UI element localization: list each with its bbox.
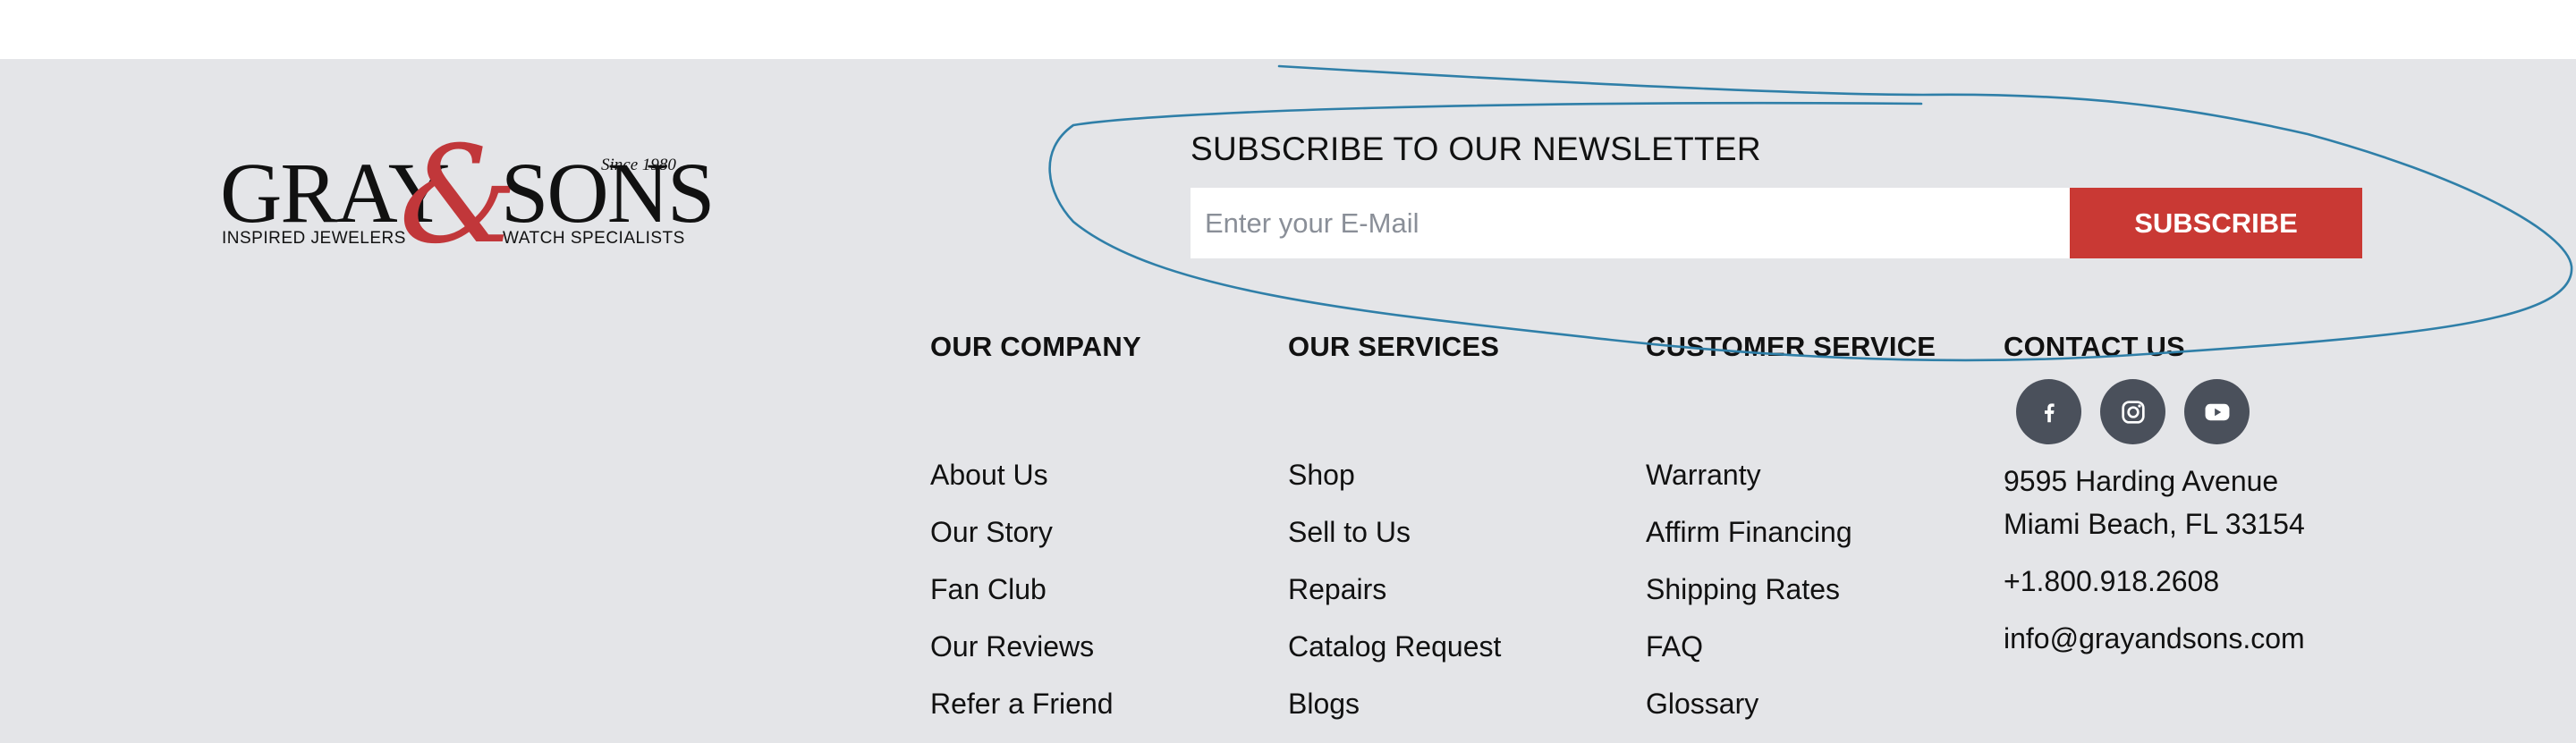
column-heading: CONTACT US: [2004, 331, 2185, 362]
instagram-icon[interactable]: [2100, 379, 2165, 444]
footer-link-shipping-rates[interactable]: Shipping Rates: [1646, 574, 1852, 631]
footer-link-refer-a-friend[interactable]: Refer a Friend: [930, 688, 1114, 743]
footer-link-catalog-request[interactable]: Catalog Request: [1288, 631, 1501, 688]
column-heading: CUSTOMER SERVICE: [1646, 331, 1936, 362]
footer-link-shop[interactable]: Shop: [1288, 460, 1501, 517]
address-line-1: 9595 Harding Avenue: [2004, 465, 2279, 497]
email-link[interactable]: info@grayandsons.com: [2004, 617, 2305, 660]
facebook-icon[interactable]: [2016, 379, 2081, 444]
social-links: [2016, 379, 2250, 444]
logo-since-text: Since 1980: [601, 156, 676, 174]
footer-link-our-reviews[interactable]: Our Reviews: [930, 631, 1114, 688]
footer-link-affirm-financing[interactable]: Affirm Financing: [1646, 517, 1852, 574]
logo-tagline-right: WATCH SPECIALISTS: [503, 229, 685, 248]
subscribe-button[interactable]: SUBSCRIBE: [2070, 188, 2362, 258]
contact-details: 9595 Harding Avenue Miami Beach, FL 3315…: [2004, 460, 2305, 660]
newsletter-email-input[interactable]: [1191, 188, 2070, 258]
column-heading: OUR SERVICES: [1288, 331, 1500, 362]
footer-link-blogs[interactable]: Blogs: [1288, 688, 1501, 743]
footer-link-sell-to-us[interactable]: Sell to Us: [1288, 517, 1501, 574]
logo-tagline-left: INSPIRED JEWELERS: [222, 229, 406, 248]
footer-link-fan-club[interactable]: Fan Club: [930, 574, 1114, 631]
column-heading: OUR COMPANY: [930, 331, 1141, 362]
newsletter-title: SUBSCRIBE TO OUR NEWSLETTER: [1191, 131, 1761, 167]
address-line-2: Miami Beach, FL 33154: [2004, 508, 2305, 540]
footer-column-services: OUR SERVICES Shop Sell to Us Repairs Cat…: [1288, 331, 1501, 719]
footer-link-about-us[interactable]: About Us: [930, 460, 1114, 517]
footer-link-warranty[interactable]: Warranty: [1646, 460, 1852, 517]
youtube-icon[interactable]: [2184, 379, 2250, 444]
footer-column-company: OUR COMPANY About Us Our Story Fan Club …: [930, 331, 1141, 719]
footer-link-repairs[interactable]: Repairs: [1288, 574, 1501, 631]
footer-link-glossary[interactable]: Glossary: [1646, 688, 1852, 743]
gray-and-sons-logo[interactable]: GRAY & SONS Since 1980 INSPIRED JEWELERS…: [220, 129, 715, 263]
footer-column-customer-service: CUSTOMER SERVICE Warranty Affirm Financi…: [1646, 331, 1936, 719]
footer-link-our-story[interactable]: Our Story: [930, 517, 1114, 574]
footer-column-contact: CONTACT US: [2004, 331, 2185, 363]
top-page-strip: [0, 0, 2576, 59]
phone-link[interactable]: +1.800.918.2608: [2004, 560, 2305, 603]
footer-link-faq[interactable]: FAQ: [1646, 631, 1852, 688]
